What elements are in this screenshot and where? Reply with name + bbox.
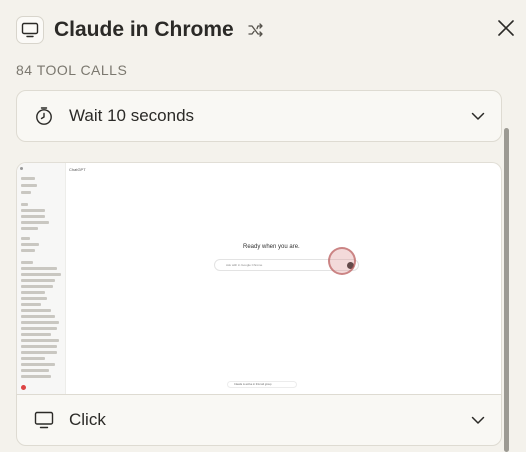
click-marker: [328, 247, 356, 275]
panel-header: Claude in Chrome: [16, 14, 516, 46]
close-icon[interactable]: [496, 18, 516, 43]
step-label: Wait 10 seconds: [69, 106, 195, 125]
preview-greeting: Ready when you are.: [243, 244, 300, 250]
avatar: [21, 385, 26, 390]
timer-icon: [33, 105, 55, 127]
step-wait-card[interactable]: Wait 10 seconds: [16, 90, 502, 142]
step-click-card[interactable]: Click: [16, 394, 502, 446]
scrollbar[interactable]: [504, 128, 509, 452]
shuffle-icon[interactable]: [248, 23, 264, 37]
panel-title: Claude in Chrome: [54, 18, 234, 41]
monitor-icon: [33, 409, 55, 431]
preview-toast: Claude is active in this tab group: [227, 381, 297, 388]
step-label: Click: [69, 410, 106, 429]
preview-top-bar: ChatGPT: [69, 167, 86, 172]
chevron-down-icon[interactable]: [471, 415, 485, 425]
monitor-icon: [16, 16, 44, 44]
preview-input-placeholder: Ask with in Google Chrome: [226, 263, 263, 267]
chevron-down-icon[interactable]: [471, 111, 485, 121]
preview-sidebar: [17, 163, 66, 394]
tool-calls-count: 84 TOOL CALLS: [16, 62, 128, 78]
screenshot-preview[interactable]: ChatGPT Ready when you are. Ask with in …: [16, 162, 502, 394]
